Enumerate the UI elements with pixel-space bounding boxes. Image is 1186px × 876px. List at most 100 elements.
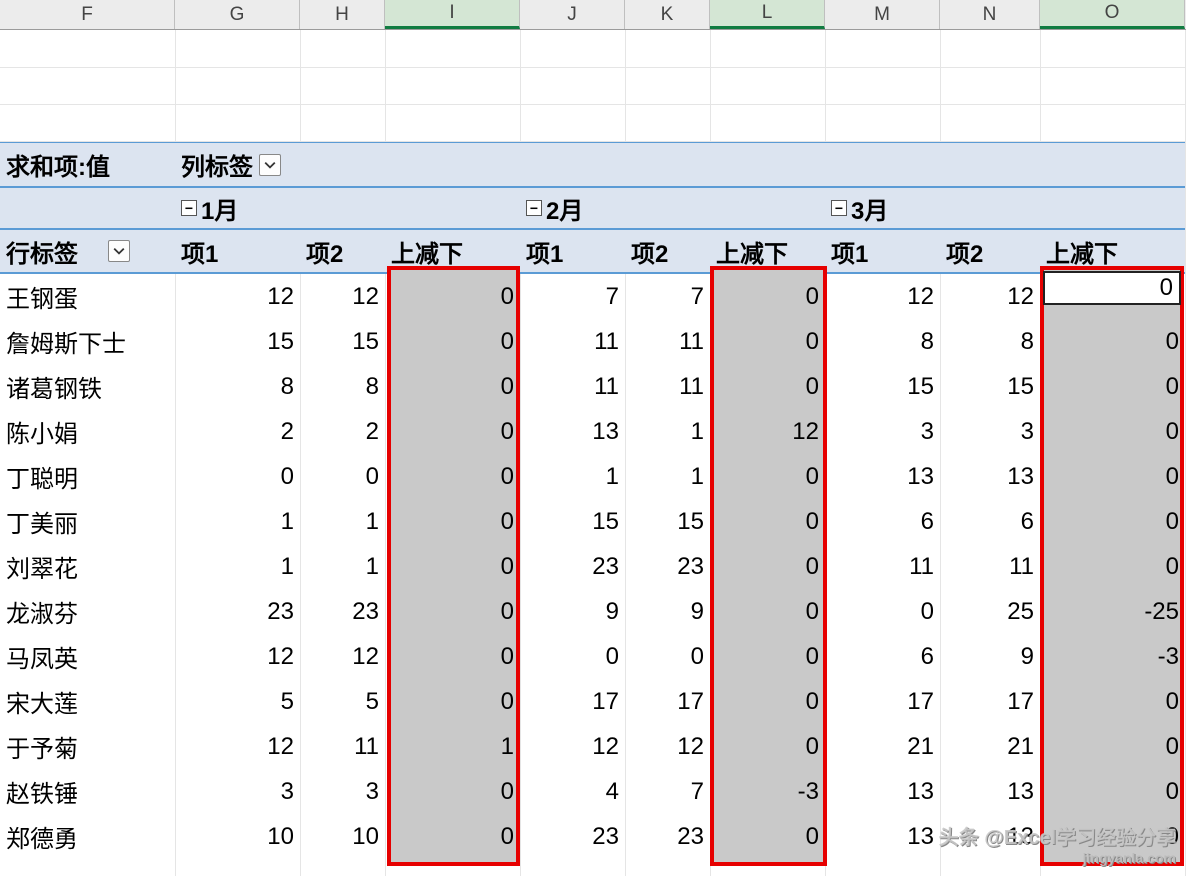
- data-cell[interactable]: 9: [625, 598, 710, 626]
- data-cell[interactable]: 0: [385, 778, 520, 806]
- data-cell[interactable]: 0: [385, 553, 520, 581]
- data-cell[interactable]: 17: [825, 688, 940, 716]
- col-header-L[interactable]: L: [710, 0, 825, 29]
- col-header-N[interactable]: N: [940, 0, 1040, 29]
- data-cell[interactable]: 13: [940, 463, 1040, 491]
- data-cell[interactable]: 17: [940, 688, 1040, 716]
- data-cell[interactable]: 8: [300, 373, 385, 401]
- row-label[interactable]: 马凤英: [0, 639, 175, 674]
- data-cell[interactable]: 1: [385, 733, 520, 761]
- data-cell[interactable]: 3: [940, 418, 1040, 446]
- data-cell[interactable]: 23: [625, 823, 710, 851]
- row-label[interactable]: 龙淑芬: [0, 594, 175, 629]
- data-cell[interactable]: 12: [175, 643, 300, 671]
- data-cell[interactable]: 0: [385, 508, 520, 536]
- data-cell[interactable]: 0: [1040, 328, 1185, 356]
- row-label[interactable]: 诸葛钢铁: [0, 369, 175, 404]
- data-cell[interactable]: 0: [1040, 733, 1185, 761]
- data-cell[interactable]: 13: [825, 778, 940, 806]
- month-1[interactable]: − 1月: [175, 191, 300, 226]
- data-cell[interactable]: -25: [1040, 598, 1185, 626]
- data-cell[interactable]: 5: [175, 688, 300, 716]
- data-cell[interactable]: 4: [520, 778, 625, 806]
- data-cell[interactable]: 23: [520, 553, 625, 581]
- data-cell[interactable]: 21: [940, 733, 1040, 761]
- col-header-J[interactable]: J: [520, 0, 625, 29]
- row-label[interactable]: 詹姆斯下士: [0, 324, 175, 359]
- data-cell[interactable]: 1: [175, 553, 300, 581]
- data-cell[interactable]: 11: [625, 328, 710, 356]
- data-cell[interactable]: 23: [625, 553, 710, 581]
- data-cell[interactable]: 13: [825, 463, 940, 491]
- data-cell[interactable]: 11: [520, 328, 625, 356]
- data-cell[interactable]: 0: [1040, 418, 1185, 446]
- data-cell[interactable]: 15: [175, 328, 300, 356]
- data-cell[interactable]: 15: [300, 328, 385, 356]
- col-header-O[interactable]: O: [1040, 0, 1185, 29]
- col-header-G[interactable]: G: [175, 0, 300, 29]
- data-cell[interactable]: 10: [175, 823, 300, 851]
- data-cell[interactable]: 12: [175, 733, 300, 761]
- data-cell[interactable]: 0: [710, 823, 825, 851]
- data-cell[interactable]: 5: [300, 688, 385, 716]
- data-cell[interactable]: 17: [625, 688, 710, 716]
- data-cell[interactable]: 23: [175, 598, 300, 626]
- data-cell[interactable]: 0: [385, 598, 520, 626]
- data-cell[interactable]: 3: [825, 418, 940, 446]
- data-cell[interactable]: 0: [710, 508, 825, 536]
- row-label[interactable]: 陈小娟: [0, 414, 175, 449]
- data-cell[interactable]: 7: [520, 283, 625, 311]
- data-cell[interactable]: 13: [520, 418, 625, 446]
- data-cell[interactable]: 8: [940, 328, 1040, 356]
- col-header-I[interactable]: I: [385, 0, 520, 29]
- data-cell[interactable]: 1: [520, 463, 625, 491]
- data-cell[interactable]: 0: [710, 643, 825, 671]
- data-cell[interactable]: 0: [385, 688, 520, 716]
- data-cell[interactable]: 15: [940, 373, 1040, 401]
- data-cell[interactable]: 0: [1040, 778, 1185, 806]
- data-cell[interactable]: 0: [300, 463, 385, 491]
- data-cell[interactable]: 15: [520, 508, 625, 536]
- data-cell[interactable]: 11: [940, 553, 1040, 581]
- month-2[interactable]: − 2月: [520, 191, 625, 226]
- data-cell[interactable]: 12: [825, 283, 940, 311]
- row-labels-dropdown[interactable]: [108, 240, 130, 262]
- data-cell[interactable]: 0: [1040, 508, 1185, 536]
- data-cell[interactable]: 23: [300, 598, 385, 626]
- data-cell[interactable]: 0: [175, 463, 300, 491]
- data-cell[interactable]: 0: [385, 328, 520, 356]
- data-cell[interactable]: 11: [625, 373, 710, 401]
- row-label[interactable]: 丁美丽: [0, 504, 175, 539]
- data-cell[interactable]: 12: [625, 733, 710, 761]
- data-cell[interactable]: 1: [300, 553, 385, 581]
- col-header-M[interactable]: M: [825, 0, 940, 29]
- data-cell[interactable]: 15: [625, 508, 710, 536]
- data-cell[interactable]: 9: [520, 598, 625, 626]
- data-cell[interactable]: 6: [825, 508, 940, 536]
- data-cell[interactable]: -3: [710, 778, 825, 806]
- row-label[interactable]: 王钢蛋: [0, 279, 175, 314]
- row-label[interactable]: 丁聪明: [0, 459, 175, 494]
- data-cell[interactable]: 0: [385, 643, 520, 671]
- data-cell[interactable]: 0: [1040, 463, 1185, 491]
- data-cell[interactable]: 0: [710, 373, 825, 401]
- data-cell[interactable]: 0: [1040, 553, 1185, 581]
- data-cell[interactable]: 1: [175, 508, 300, 536]
- col-labels-dropdown[interactable]: [259, 154, 281, 176]
- data-cell[interactable]: -3: [1040, 643, 1185, 671]
- col-header-F[interactable]: F: [0, 0, 175, 29]
- data-cell[interactable]: 7: [625, 778, 710, 806]
- data-cell[interactable]: 0: [385, 373, 520, 401]
- data-cell[interactable]: 15: [825, 373, 940, 401]
- data-cell[interactable]: 17: [520, 688, 625, 716]
- row-label[interactable]: 郑德勇: [0, 819, 175, 854]
- data-cell[interactable]: 3: [175, 778, 300, 806]
- data-cell[interactable]: 0: [710, 733, 825, 761]
- month-3[interactable]: − 3月: [825, 191, 940, 226]
- data-cell[interactable]: 0: [710, 553, 825, 581]
- data-cell[interactable]: 12: [300, 283, 385, 311]
- data-cell[interactable]: 12: [710, 418, 825, 446]
- collapse-icon[interactable]: −: [181, 200, 197, 216]
- data-cell[interactable]: 1: [625, 463, 710, 491]
- data-cell[interactable]: 13: [825, 823, 940, 851]
